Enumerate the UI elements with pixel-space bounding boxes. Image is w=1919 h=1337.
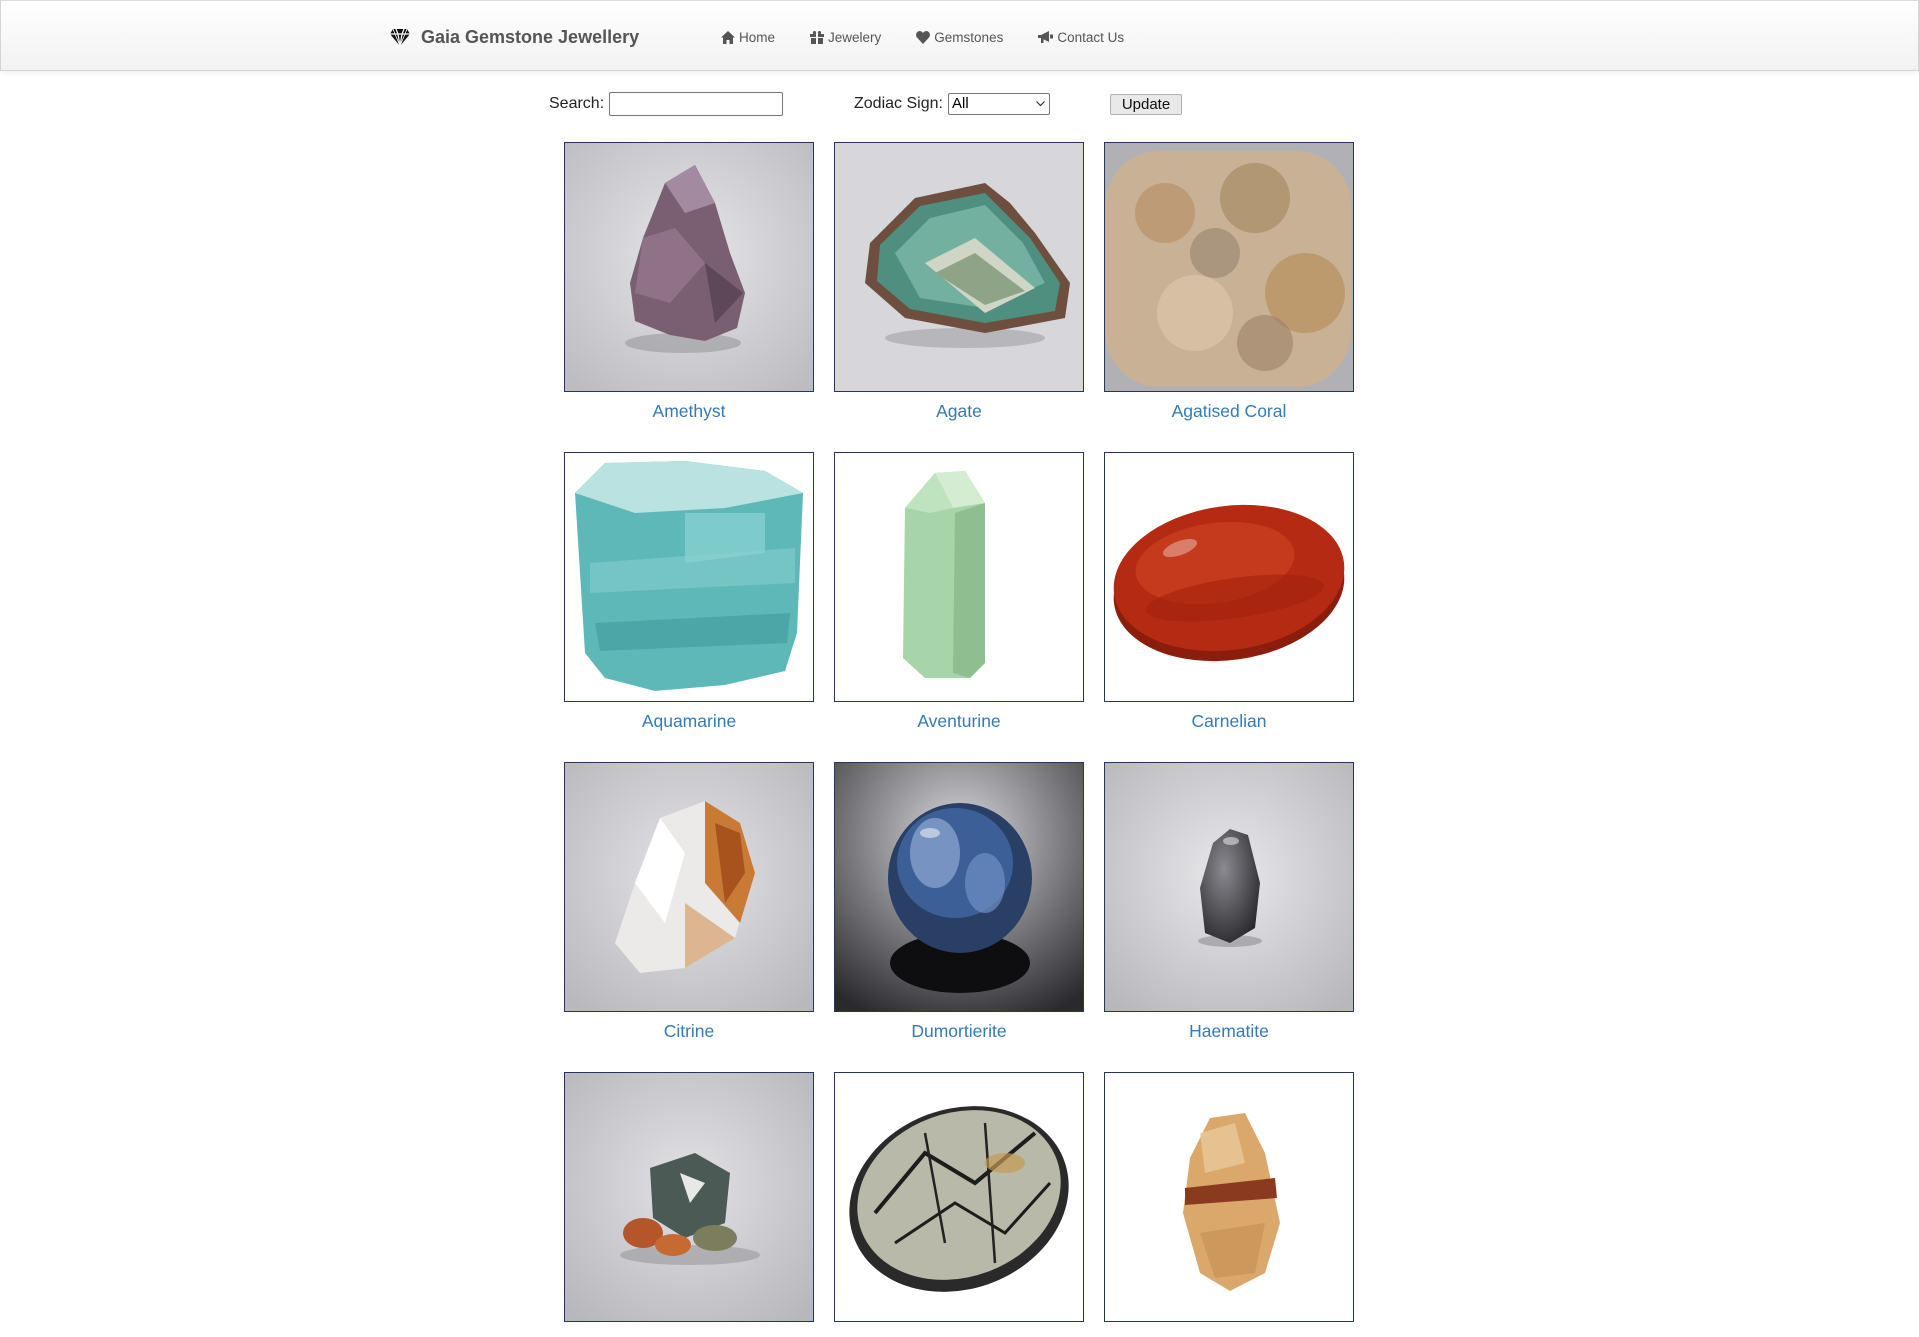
gem-image-dumortierite[interactable] [834, 762, 1084, 1012]
gem-name-citrine[interactable]: Citrine [564, 1021, 814, 1042]
gem-image-aventurine[interactable] [834, 452, 1084, 702]
gem-image-agatised-coral[interactable] [1104, 142, 1354, 392]
gem-name-carnelian[interactable]: Carnelian [1104, 711, 1354, 732]
gem-name-haematite[interactable]: Haematite [1104, 1021, 1354, 1042]
gem-card-row4-1[interactable] [564, 1072, 814, 1331]
gem-image-agate[interactable] [834, 142, 1084, 392]
gem-image-row4-3[interactable] [1104, 1072, 1354, 1322]
gem-image-aquamarine[interactable] [564, 452, 814, 702]
gem-image-carnelian[interactable] [1104, 452, 1354, 702]
gem-name-aquamarine[interactable]: Aquamarine [564, 711, 814, 732]
gem-name-agate[interactable]: Agate [834, 401, 1084, 422]
gem-image-amethyst[interactable] [564, 142, 814, 392]
gem-card-agatised-coral[interactable]: Agatised Coral [1104, 142, 1354, 422]
gem-image-row4-2[interactable] [834, 1072, 1084, 1322]
gem-card-row4-3[interactable] [1104, 1072, 1354, 1331]
gem-card-carnelian[interactable]: Carnelian [1104, 452, 1354, 732]
gem-card-haematite[interactable]: Haematite [1104, 762, 1354, 1042]
gem-card-row4-2[interactable] [834, 1072, 1084, 1331]
gemstone-grid: Amethyst Agate Agatised Coral Aquamarine… [0, 0, 1919, 1337]
gem-image-haematite[interactable] [1104, 762, 1354, 1012]
gem-image-row4-1[interactable] [564, 1072, 814, 1322]
gem-name-dumortierite[interactable]: Dumortierite [834, 1021, 1084, 1042]
gem-card-agate[interactable]: Agate [834, 142, 1084, 422]
gem-name-aventurine[interactable]: Aventurine [834, 711, 1084, 732]
gem-name-agatised-coral[interactable]: Agatised Coral [1104, 401, 1354, 422]
gem-card-amethyst[interactable]: Amethyst [564, 142, 814, 422]
gem-card-aventurine[interactable]: Aventurine [834, 452, 1084, 732]
gem-card-aquamarine[interactable]: Aquamarine [564, 452, 814, 732]
gem-image-citrine[interactable] [564, 762, 814, 1012]
gem-card-citrine[interactable]: Citrine [564, 762, 814, 1042]
gem-name-amethyst[interactable]: Amethyst [564, 401, 814, 422]
gem-card-dumortierite[interactable]: Dumortierite [834, 762, 1084, 1042]
